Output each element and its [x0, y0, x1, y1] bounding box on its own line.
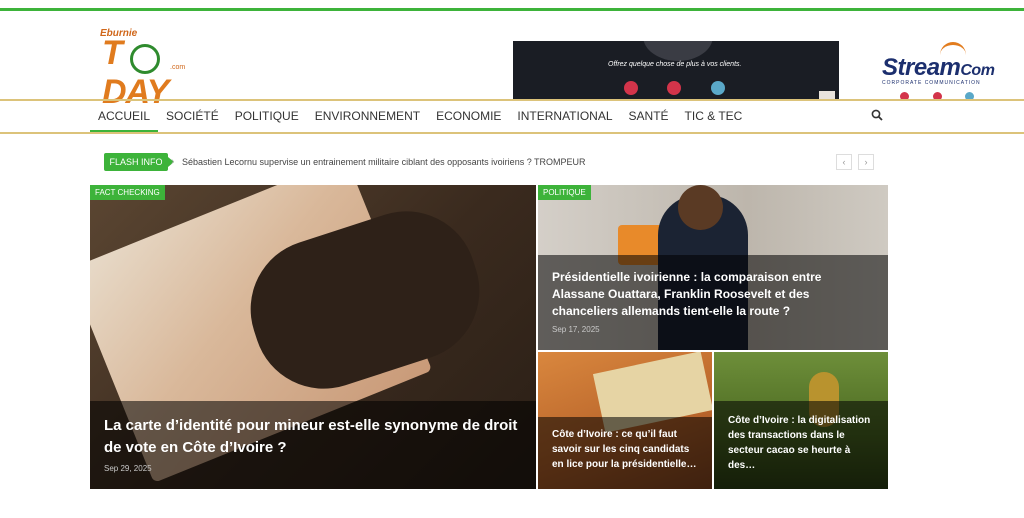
flash-separator: ›: [171, 156, 175, 167]
article-card[interactable]: POLITIQUE Présidentielle ivoirienne : la…: [538, 185, 888, 350]
streamcom-subtitle: CORPORATE COMMUNICATION: [882, 80, 981, 86]
banner-text: Offrez quelque chose de plus à vos clien…: [608, 61, 742, 68]
nav-item-international[interactable]: INTERNATIONAL: [509, 101, 620, 132]
article-date: Sep 17, 2025: [552, 325, 600, 334]
featured-article-card[interactable]: FACT CHECKING La carte d’identité pour m…: [90, 185, 536, 489]
flash-headline[interactable]: Sébastien Lecornu supervise un entrainem…: [182, 157, 586, 167]
article-card[interactable]: Côte d’Ivoire : la digitalisation des tr…: [714, 352, 888, 489]
instagram-icon: [624, 81, 638, 95]
article-title[interactable]: La carte d’identité pour mineur est-elle…: [104, 415, 522, 459]
category-badge[interactable]: FACT CHECKING: [90, 185, 165, 200]
nav-item-politique[interactable]: POLITIQUE: [227, 101, 307, 132]
article-overlay: Côte d’Ivoire : la digitalisation des tr…: [714, 401, 888, 489]
nav-item-sante[interactable]: SANTÉ: [621, 101, 677, 132]
banner-person-image: [643, 41, 713, 61]
article-title[interactable]: Côte d’Ivoire : ce qu’il faut savoir sur…: [552, 427, 698, 472]
nav-item-societe[interactable]: SOCIÉTÉ: [158, 101, 227, 132]
streamcom-word: StreamCom: [882, 54, 995, 81]
chevron-right-icon[interactable]: ›: [858, 154, 874, 170]
site-logo[interactable]: Eburnie T DAY .com: [100, 28, 195, 111]
article-overlay: La carte d’identité pour mineur est-elle…: [90, 401, 536, 489]
banner-badge: [819, 91, 835, 99]
flash-info-label: FLASH INFO: [104, 153, 168, 171]
nav-border-bottom: [0, 132, 1024, 134]
nav-item-tic-tec[interactable]: TIC & TEC: [677, 101, 751, 132]
article-title[interactable]: Présidentielle ivoirienne : la comparais…: [552, 269, 874, 320]
top-accent-line: [0, 8, 1024, 11]
chevron-left-icon[interactable]: ‹: [836, 154, 852, 170]
article-date: Sep 29, 2025: [104, 464, 152, 473]
streamcom-logo[interactable]: StreamCom CORPORATE COMMUNICATION: [880, 42, 1000, 102]
nav-item-environnement[interactable]: ENVIRONNEMENT: [307, 101, 428, 132]
article-overlay: Présidentielle ivoirienne : la comparais…: [538, 255, 888, 350]
nav-item-accueil[interactable]: ACCUEIL: [90, 101, 159, 132]
person-head-image: [678, 185, 723, 230]
article-card[interactable]: Côte d’Ivoire : ce qu’il faut savoir sur…: [538, 352, 712, 489]
youtube-icon: [667, 81, 681, 95]
advertisement-banner[interactable]: Offrez quelque chose de plus à vos clien…: [513, 41, 839, 99]
nav-item-economie[interactable]: ECONOMIE: [428, 101, 509, 132]
search-icon[interactable]: [871, 109, 883, 121]
web-icon: [711, 81, 725, 95]
article-overlay: Côte d’Ivoire : ce qu’il faut savoir sur…: [538, 417, 712, 489]
article-title[interactable]: Côte d’Ivoire : la digitalisation des tr…: [728, 413, 874, 473]
main-nav: ACCUEIL SOCIÉTÉ POLITIQUE ENVIRONNEMENT …: [90, 101, 750, 132]
logo-com: .com: [170, 64, 186, 71]
category-badge[interactable]: POLITIQUE: [538, 185, 591, 200]
elephant-logo-icon: [130, 44, 160, 74]
